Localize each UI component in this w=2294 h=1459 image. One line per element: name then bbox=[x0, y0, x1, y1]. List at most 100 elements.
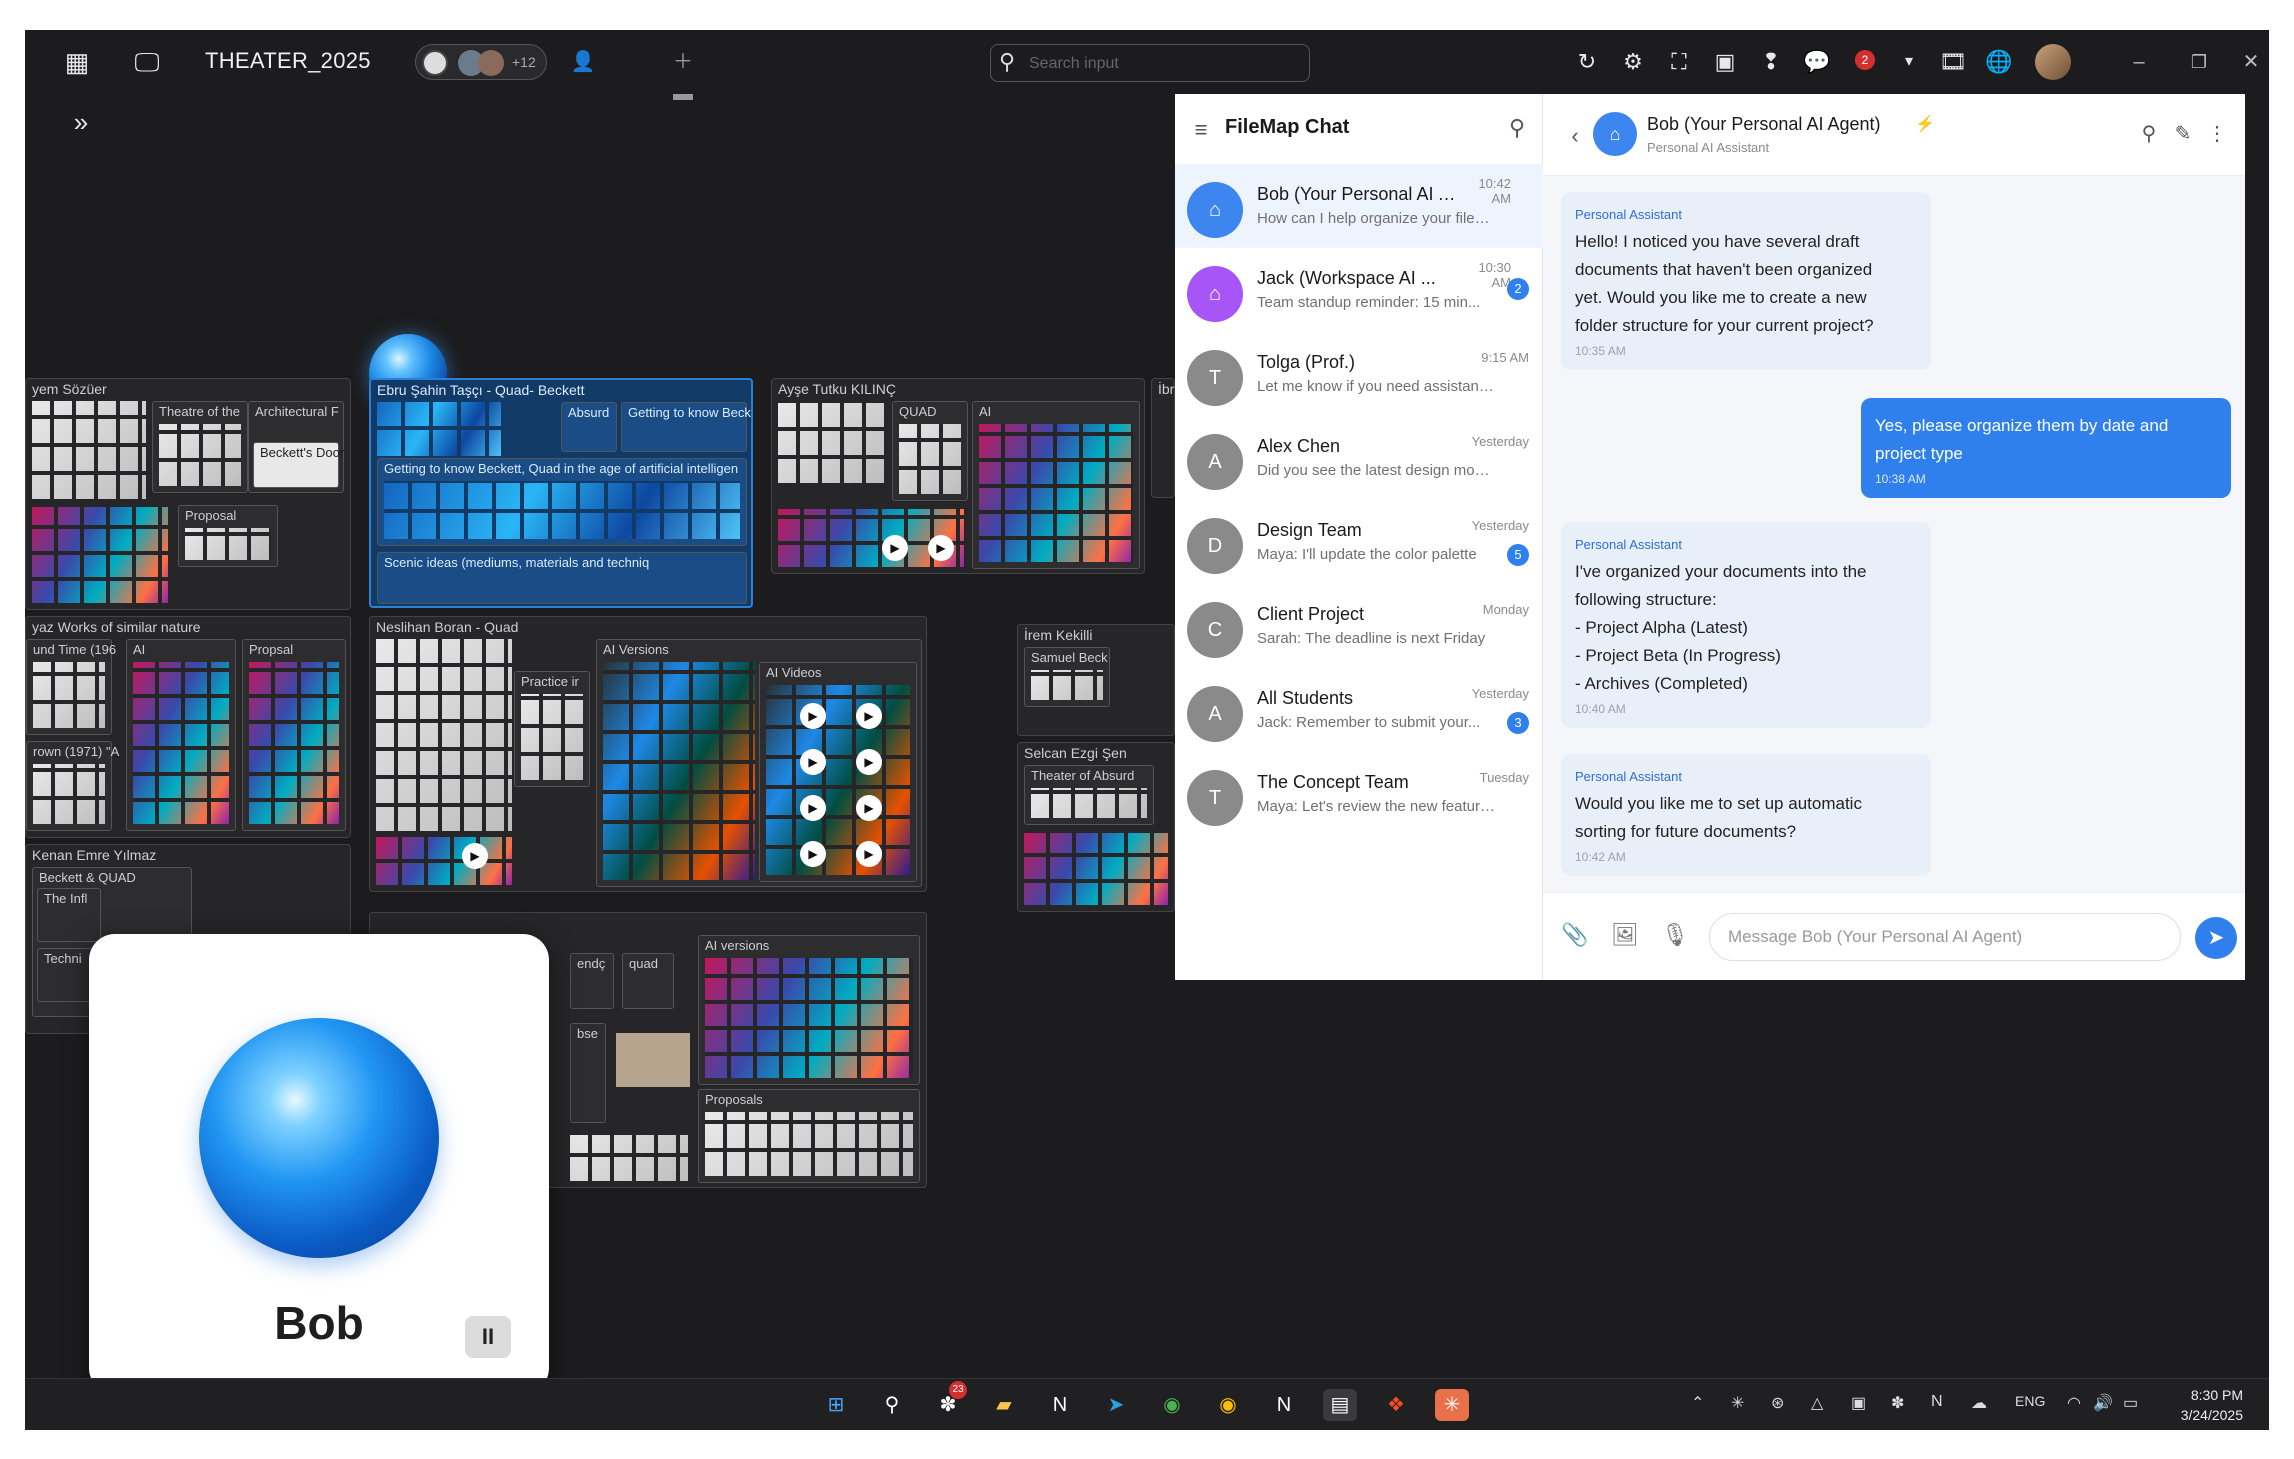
filemap-app-icon[interactable]: ▤ bbox=[1323, 1389, 1357, 1421]
subboard-ai-versions[interactable]: AI Versions AI Videos ▶ ▶ ▶ ▶ ▶ ▶ ▶ ▶ bbox=[596, 639, 922, 887]
language-indicator[interactable]: ENG bbox=[2015, 1393, 2045, 1409]
subboard-proposal[interactable]: Proposal bbox=[178, 505, 278, 567]
play-icon[interactable]: ▶ bbox=[856, 841, 882, 867]
globe-icon[interactable]: 🌐 bbox=[1981, 46, 2017, 78]
system-clock[interactable]: 8:30 PM 3/24/2025 bbox=[2181, 1385, 2243, 1425]
board-ebru-sahin-quad-beckett[interactable]: Ebru Şahin Taşçı - Quad- Beckett Absurd … bbox=[369, 378, 753, 608]
windows-start-icon[interactable]: ⊞ bbox=[819, 1389, 853, 1421]
subboard-becketts-door[interactable]: Beckett's Door bbox=[253, 442, 344, 488]
subboard-scenic-ideas[interactable]: Scenic ideas (mediums, materials and tec… bbox=[377, 552, 747, 604]
play-icon[interactable]: ▶ bbox=[882, 535, 908, 561]
conversation-item[interactable]: ⌂ Jack (Workspace AI ... 10:30 AM Team stan… bbox=[1175, 248, 1543, 332]
chevron-up-icon[interactable]: ⌃ bbox=[1691, 1393, 1704, 1413]
presenter-icon[interactable]: ▣ bbox=[1707, 46, 1743, 78]
chrome-icon[interactable]: ◉ bbox=[1155, 1389, 1189, 1421]
subboard-proposals[interactable]: Proposals bbox=[698, 1089, 920, 1183]
subboard-the-infl[interactable]: The Infl bbox=[37, 888, 101, 942]
microphone-icon[interactable]: 🎙 bbox=[1659, 919, 1691, 951]
board-yem-sozuer[interactable]: yem Sözüer Theatre of the Architectural … bbox=[25, 378, 351, 610]
play-icon[interactable]: ▶ bbox=[462, 843, 488, 869]
notification-badge[interactable]: 2 bbox=[1855, 50, 1875, 70]
refresh-icon[interactable]: ↻ bbox=[1569, 46, 1605, 78]
play-icon[interactable]: ▶ bbox=[856, 703, 882, 729]
subboard-absurd[interactable]: Absurd bbox=[561, 402, 617, 452]
send-button[interactable]: ➤ bbox=[2195, 917, 2237, 959]
subboard-quad-small[interactable]: quad bbox=[622, 953, 674, 1009]
add-folder-icon[interactable]: ＋▬ bbox=[665, 46, 701, 105]
play-icon[interactable]: ▶ bbox=[800, 703, 826, 729]
subboard-getting-quad[interactable]: Getting to know Beckett, Quad in the age… bbox=[377, 458, 747, 546]
subboard-ai[interactable]: AI bbox=[126, 639, 236, 831]
chrome-profile-icon[interactable]: ◉ bbox=[1211, 1389, 1245, 1421]
more-options-icon[interactable]: ⋮ bbox=[2199, 118, 2235, 150]
conversation-item[interactable]: ⌂ Bob (Your Personal AI A... 10:42 AM How c… bbox=[1175, 164, 1543, 248]
search-input[interactable] bbox=[1029, 52, 1299, 76]
image-icon[interactable]: 🖼 bbox=[1609, 919, 1641, 951]
message-input[interactable] bbox=[1709, 913, 2181, 961]
chat-bubble-icon[interactable]: 💬 bbox=[1799, 46, 1835, 78]
workspace-title[interactable]: THEATER_2025 bbox=[205, 48, 371, 74]
wifi-icon[interactable]: ◠ bbox=[2067, 1393, 2081, 1413]
volume-icon[interactable]: 🔊 bbox=[2093, 1393, 2113, 1413]
attachment-icon[interactable]: 📎 bbox=[1559, 919, 1591, 951]
subboard-propsal[interactable]: Propsal bbox=[242, 639, 346, 831]
apps-grid-icon[interactable]: ▦ bbox=[59, 46, 95, 78]
bob-assistant-card[interactable]: Bob II bbox=[89, 934, 549, 1394]
user-avatar[interactable] bbox=[2035, 44, 2071, 80]
notion-calendar-icon[interactable]: N bbox=[1267, 1389, 1301, 1421]
play-icon[interactable]: ▶ bbox=[800, 749, 826, 775]
subboard-ai-versions-2[interactable]: AI versions bbox=[698, 935, 920, 1085]
add-user-icon[interactable]: 👤 bbox=[565, 46, 601, 78]
film-icon[interactable]: 🎞 bbox=[1935, 46, 1971, 78]
settings-icon[interactable]: ⚙ bbox=[1615, 46, 1651, 78]
notion-icon[interactable]: N bbox=[1043, 1389, 1077, 1421]
play-icon[interactable]: ▶ bbox=[856, 749, 882, 775]
expand-sidebar-icon[interactable]: » bbox=[63, 106, 99, 138]
conversation-item[interactable]: D Design Team Yesterday Maya: I'll update t… bbox=[1175, 500, 1543, 584]
subboard-rown[interactable]: rown (1971) "A bbox=[26, 741, 119, 831]
board-irem-kekilli[interactable]: İrem Kekilli Samuel Beck bbox=[1017, 624, 1175, 736]
image-thumbnail[interactable] bbox=[616, 1033, 690, 1087]
tray-window-icon[interactable]: ▣ bbox=[1851, 1393, 1866, 1413]
subboard-bse[interactable]: bse bbox=[570, 1023, 606, 1123]
notion-tray-icon[interactable]: N bbox=[1931, 1393, 1943, 1411]
pause-button[interactable]: II bbox=[465, 1316, 511, 1358]
collaborators-pill[interactable]: +12 bbox=[415, 44, 547, 80]
tray-app-icon[interactable]: ✳ bbox=[1731, 1393, 1744, 1413]
play-icon[interactable]: ▶ bbox=[800, 795, 826, 821]
figma-icon[interactable]: ❖ bbox=[1379, 1389, 1413, 1421]
back-icon[interactable]: ‹ bbox=[1557, 120, 1593, 152]
chatgpt-icon[interactable]: ⊛ bbox=[1771, 1393, 1784, 1413]
play-icon[interactable]: ▶ bbox=[800, 841, 826, 867]
telegram-icon[interactable]: ➤ bbox=[1099, 1389, 1133, 1421]
cloud-icon[interactable]: ☁ bbox=[1971, 1393, 1987, 1413]
comment-icon[interactable]: ❢ bbox=[1753, 46, 1789, 78]
claude-icon[interactable]: ✳ bbox=[1435, 1389, 1469, 1421]
search-icon[interactable]: ⚲ bbox=[875, 1389, 909, 1421]
conversation-item[interactable]: T Tolga (Prof.) 9:15 AM Let me know if you … bbox=[1175, 332, 1543, 416]
file-explorer-icon[interactable]: ▰ bbox=[987, 1389, 1021, 1421]
subboard-architectural[interactable]: Architectural F Beckett's Door bbox=[248, 401, 344, 493]
subboard-samuel[interactable]: Samuel Beck bbox=[1024, 647, 1110, 707]
play-icon[interactable]: ▶ bbox=[928, 535, 954, 561]
subboard-ai[interactable]: AI bbox=[972, 401, 1140, 569]
subboard-und-time[interactable]: und Time (196 bbox=[26, 639, 116, 735]
conversation-item[interactable]: A Alex Chen Yesterday Did you see the lates… bbox=[1175, 416, 1543, 500]
board-selcan-ezgi-sen[interactable]: Selcan Ezgi Şen Theater of Absurd bbox=[1017, 742, 1175, 912]
battery-icon[interactable]: ▭ bbox=[2123, 1393, 2138, 1413]
monitor-icon[interactable]: 🖵 bbox=[129, 46, 165, 78]
subboard-theatre[interactable]: Theatre of the bbox=[152, 401, 248, 493]
search-icon[interactable]: ⚲ bbox=[1499, 112, 1535, 144]
edit-icon[interactable]: ✎ bbox=[2165, 118, 2201, 150]
board-ayse-tutku-kilinc[interactable]: Ayşe Tutku KILINÇ QUAD AI ▶ ▶ bbox=[771, 378, 1145, 574]
play-icon[interactable]: ▶ bbox=[856, 795, 882, 821]
drive-icon[interactable]: △ bbox=[1811, 1393, 1823, 1413]
subboard-getting-to-know[interactable]: Getting to know Beck bbox=[621, 402, 751, 452]
board-ibra[interactable]: İbra bbox=[1151, 378, 1182, 498]
menu-icon[interactable]: ≡ bbox=[1183, 114, 1219, 146]
subboard-ai-videos[interactable]: AI Videos ▶ ▶ ▶ ▶ ▶ ▶ ▶ ▶ bbox=[759, 662, 917, 882]
subboard-theater-absurd[interactable]: Theater of Absurd bbox=[1024, 765, 1154, 825]
subboard-endc[interactable]: endç bbox=[570, 953, 614, 1009]
subboard-practice[interactable]: Practice ir bbox=[514, 671, 590, 787]
search-icon[interactable]: ⚲ bbox=[2131, 118, 2167, 150]
